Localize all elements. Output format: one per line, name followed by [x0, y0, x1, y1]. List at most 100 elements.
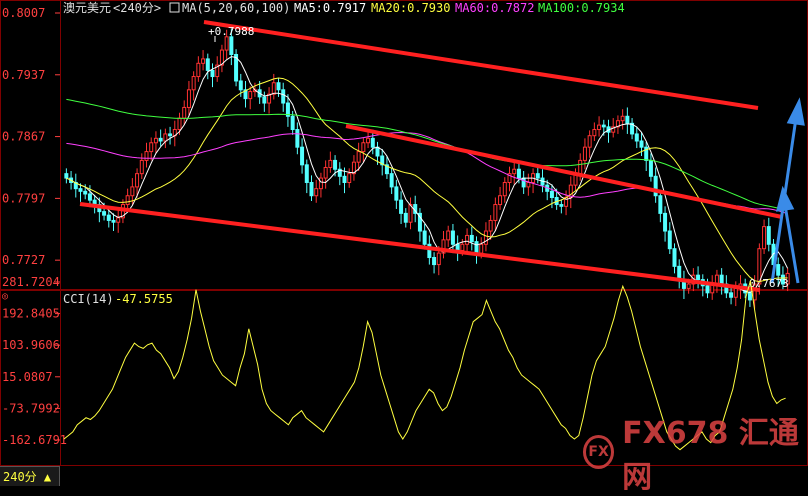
- candle: [394, 179, 399, 209]
- candle: [597, 116, 602, 137]
- candle: [347, 168, 352, 188]
- cci-label: CCI(14): [63, 292, 114, 306]
- ma5-value: MA5:0.7917: [294, 1, 366, 15]
- period-tab[interactable]: 240分 ▲: [0, 466, 60, 486]
- price-tick-label: 0.7867: [2, 130, 45, 144]
- candle: [399, 191, 404, 224]
- candle: [493, 197, 498, 232]
- bullish-arrow-1: [770, 97, 805, 284]
- candle: [215, 56, 220, 82]
- cci-tick-label: 281.7204: [2, 275, 60, 289]
- candle: [606, 119, 611, 143]
- candle: [653, 167, 658, 203]
- candle: [446, 225, 451, 247]
- candle: [158, 129, 163, 147]
- ma20-value: MA20:0.7930: [371, 1, 450, 15]
- candle: [337, 162, 342, 186]
- candle: [356, 142, 361, 172]
- candle: [111, 213, 116, 232]
- candle: [766, 217, 771, 252]
- candle: [648, 153, 653, 182]
- candle: [498, 186, 503, 210]
- candle: [700, 274, 705, 297]
- candle: [182, 100, 187, 126]
- candle: [318, 172, 323, 198]
- candle: [380, 148, 385, 176]
- candle: [441, 231, 446, 259]
- symbol-title: 澳元美元: [63, 1, 111, 15]
- candle: [210, 63, 215, 88]
- ma-indicator-icon: [169, 2, 180, 13]
- candle: [163, 128, 168, 149]
- candle: [403, 208, 408, 228]
- candle: [361, 137, 366, 163]
- candle: [248, 86, 253, 110]
- channel-middle-line: [345, 124, 783, 219]
- candle: [432, 252, 437, 274]
- candle: [384, 156, 389, 179]
- candle: [64, 168, 69, 184]
- candle: [243, 80, 248, 108]
- candle: [672, 243, 677, 274]
- ma60-value: MA60:0.7872: [455, 1, 534, 15]
- candle: [281, 82, 286, 112]
- candle: [582, 138, 587, 170]
- candle: [531, 168, 536, 194]
- candle: [196, 56, 201, 82]
- ma5-line: [66, 56, 789, 294]
- candle: [620, 109, 625, 130]
- price-tick-label: 0.8007: [2, 6, 45, 20]
- channel-upper-line: [203, 20, 759, 110]
- candle: [314, 179, 319, 203]
- candle: [351, 155, 356, 181]
- candle: [389, 168, 394, 194]
- candle: [366, 131, 371, 149]
- candle: [73, 173, 78, 198]
- candle: [465, 228, 470, 252]
- candle: [450, 223, 455, 254]
- candle: [219, 44, 224, 73]
- candle: [644, 141, 649, 172]
- candle: [592, 122, 597, 141]
- candle: [615, 115, 620, 134]
- candle: [535, 166, 540, 184]
- candle: [262, 91, 267, 112]
- candle: [106, 209, 111, 228]
- low-annotation: 0.7673: [749, 277, 789, 290]
- candle: [201, 50, 206, 71]
- watermark: FX FX678 汇通网: [583, 416, 808, 495]
- candle: [186, 80, 191, 117]
- candle: [521, 171, 526, 194]
- cci-tick-label: 103.9606: [2, 338, 60, 352]
- candle: [172, 120, 177, 147]
- candle: [78, 183, 83, 202]
- candle: [568, 176, 573, 209]
- candle: [512, 160, 517, 185]
- candle: [139, 153, 144, 179]
- candle: [502, 177, 507, 203]
- cci-tick-label: 15.0807: [2, 370, 53, 384]
- cci-tick-label: -73.7992: [2, 401, 60, 415]
- candle: [483, 222, 488, 252]
- candle: [559, 199, 564, 214]
- candle: [328, 151, 333, 173]
- candle: [526, 173, 531, 196]
- candle: [153, 131, 158, 154]
- candle: [417, 208, 422, 242]
- candle: [677, 259, 682, 289]
- price-tick-label: 0.7797: [2, 191, 45, 205]
- candle: [469, 226, 474, 251]
- candle: [144, 142, 149, 168]
- pane-separator-dot: ◎: [2, 291, 8, 302]
- candle: [455, 235, 460, 262]
- candle: [658, 190, 663, 223]
- candle: [625, 107, 630, 134]
- candle: [762, 219, 767, 254]
- candle: [191, 71, 196, 101]
- candle: [271, 73, 276, 100]
- candle: [663, 206, 668, 242]
- candle: [309, 175, 314, 202]
- cci-tick-label: 192.8405: [2, 307, 60, 321]
- candle: [234, 49, 239, 87]
- period-label: <240分>: [113, 1, 161, 15]
